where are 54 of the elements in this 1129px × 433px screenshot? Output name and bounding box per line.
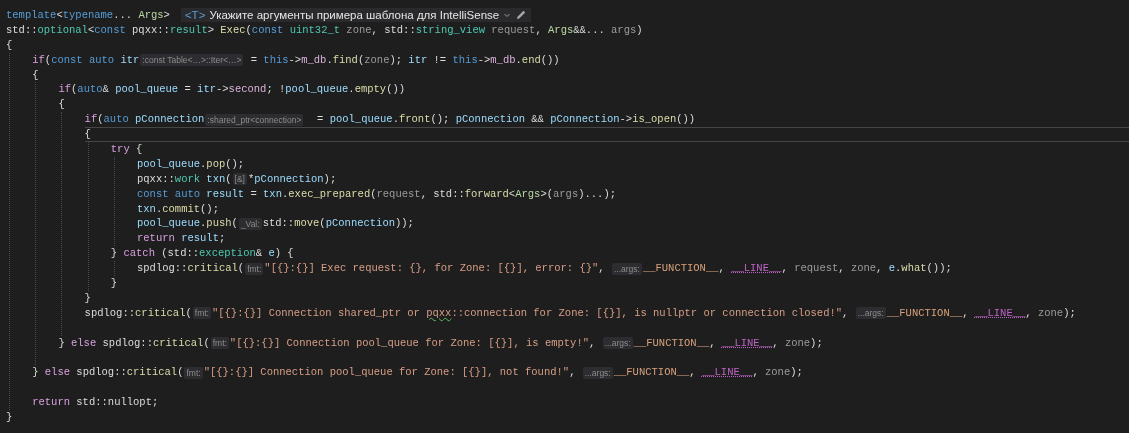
inlay-hint: fmt: [184,366,203,379]
code-text: if(auto pConnection [84,112,205,128]
code-text: pool_queue.pop(); [137,156,245,172]
inlay-hint: :shared_ptr<connection> [205,113,304,126]
code-text: try { [110,142,143,157]
code-text: "[{}:{}] Connection shared_ptr or [211,305,421,321]
code-text: "[{}:{}] Connection pool_queue for Zone: [{}], not found!", [203,365,577,381]
code-text: } catch (std::exception& e) { [110,246,294,262]
inlay-hint: ...args: [855,307,886,320]
code-text: = this->m_db.find(zone); itr != this->m_db.end()) [249,52,560,68]
code-text: std::optional<const pqxx::result> Exec(const uint32_t zone, std::string_view request, Args&&... args) [6,22,643,38]
code-text: __FUNCTION__, __LINE__, zone); [613,365,803,381]
code-text: return result; [137,231,226,247]
code-text: std::move(pConnection)); [262,216,414,232]
code-text: { [32,67,39,83]
code-text: = pool_queue.front(); pConnection && pConnection->is_open()) [316,112,696,128]
code-text: { [84,127,91,143]
code-text: return std::nullopt; [32,395,159,411]
inlay-hint: fmt: [210,337,229,350]
code-text: if(const auto itr [32,52,140,68]
code-text: } else spdlog::critical( [58,335,210,351]
code-text: "[{}:{}] Exec request: {}, for Zone: [{}], error: {}", [264,261,606,277]
inlay-hint: fmt: [245,262,264,275]
code-text: txn.commit(); [137,201,219,217]
code-text: if(auto& pool_queue = itr->second; !pool_queue.empty()) [58,82,406,98]
inlay-hint: ...args: [582,366,613,379]
code-text: "[{}:{}] Connection pool_queue for Zone: [{}], is empty!", [229,335,597,351]
code-text: } [6,410,13,425]
inlay-hint: ...args: [611,262,642,275]
template-hint-text[interactable]: Укажите аргументы примера шаблона для IntelliSense [209,8,500,23]
inlay-hint: [&] [232,173,247,186]
code-text: spdlog::critical( [137,261,245,277]
underlined-word: pqxx [426,305,452,321]
code-text: } [84,290,91,306]
inlay-hint: fmt: [192,307,211,320]
code-text: pool_queue.push( [137,216,238,232]
code-text: spdlog::critical( [84,305,192,321]
code-text: ::connection for Zone: [{}], is nullptr or connection closed!", [451,305,850,321]
code-text: const auto result = txn.exec_prepared(request, std::forward<Args>(args)...); [137,186,616,202]
inlay-hint: _Val: [238,217,262,230]
code-text: } [110,276,118,291]
code-text: } else spdlog::critical( [32,365,184,381]
inlay-hint: :const Table<…>::Iter<…> [140,54,244,67]
code-text: pqxx::work txn( [137,171,232,187]
code-text: { [6,37,13,53]
code-text: __FUNCTION__, __LINE__, zone); [633,335,823,351]
code-text: { [58,97,65,113]
code-text: *pConnection); [247,171,337,187]
code-text: template<typename... Args> [6,8,170,23]
code-text: __FUNCTION__, __LINE__, request, zone, e.what()); [642,261,952,277]
inlay-hint: ...args: [602,337,633,350]
pencil-icon[interactable] [515,9,528,22]
template-badge[interactable]: <T> [184,8,206,23]
code-text: __FUNCTION__, __LINE__, zone); [886,305,1076,321]
